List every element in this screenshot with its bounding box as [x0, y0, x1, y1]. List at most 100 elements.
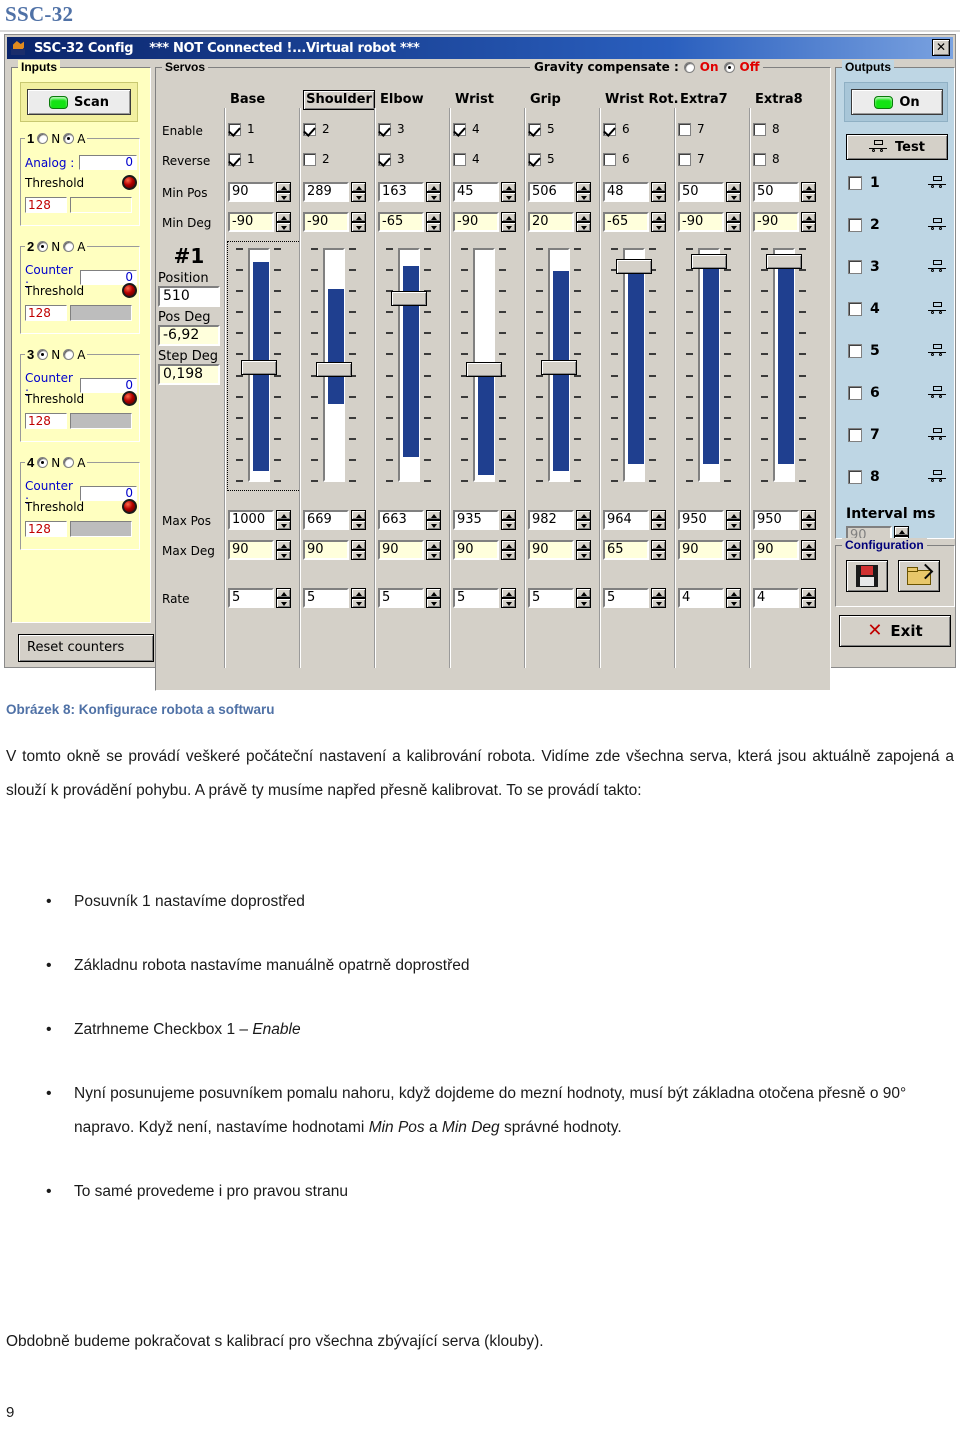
- rate-value-6[interactable]: 5: [603, 588, 649, 608]
- rate-up-icon-1[interactable]: [276, 588, 291, 598]
- max-deg-up-icon-4[interactable]: [501, 540, 516, 550]
- slider-track-3[interactable]: [398, 248, 420, 482]
- max-pos-value-1[interactable]: 1000: [228, 510, 274, 530]
- rate-stepper-5[interactable]: 5: [528, 588, 591, 608]
- min-pos-up-icon-7[interactable]: [726, 182, 741, 192]
- servo-header-4[interactable]: Wrist: [453, 90, 529, 110]
- max-deg-up-icon-1[interactable]: [276, 540, 291, 550]
- max-pos-value-5[interactable]: 982: [528, 510, 574, 530]
- gravity-on-radio[interactable]: [683, 61, 695, 73]
- enable-checkbox-8[interactable]: [753, 122, 766, 136]
- outputs-test-button[interactable]: Test: [846, 134, 948, 160]
- max-pos-down-icon-8[interactable]: [801, 520, 816, 530]
- servo-slider-2[interactable]: [303, 242, 375, 490]
- reverse-checkbox-8[interactable]: [753, 152, 766, 166]
- reverse-checkbox-1[interactable]: [228, 152, 241, 166]
- output-checkbox-4[interactable]: [848, 302, 862, 316]
- max-deg-down-icon-7[interactable]: [726, 550, 741, 560]
- max-deg-down-icon-5[interactable]: [576, 550, 591, 560]
- enable-checkbox-2[interactable]: [303, 122, 316, 136]
- rate-stepper-7[interactable]: 4: [678, 588, 741, 608]
- output-checkbox-1[interactable]: [848, 176, 862, 190]
- max-deg-down-icon-6[interactable]: [651, 550, 666, 560]
- min-deg-down-icon-8[interactable]: [801, 222, 816, 232]
- servo-slider-7[interactable]: [678, 242, 750, 490]
- max-pos-up-icon-8[interactable]: [801, 510, 816, 520]
- open-config-button[interactable]: [898, 560, 940, 592]
- servo-header-5[interactable]: Grip: [528, 90, 604, 110]
- max-deg-up-icon-3[interactable]: [426, 540, 441, 550]
- min-pos-down-icon-2[interactable]: [351, 192, 366, 202]
- min-deg-down-icon-5[interactable]: [576, 222, 591, 232]
- min-pos-stepper-2[interactable]: 289: [303, 182, 366, 202]
- max-pos-stepper-2[interactable]: 669: [303, 510, 366, 530]
- max-pos-value-7[interactable]: 950: [678, 510, 724, 530]
- max-deg-up-icon-2[interactable]: [351, 540, 366, 550]
- max-pos-up-icon-7[interactable]: [726, 510, 741, 520]
- servo-slider-6[interactable]: [603, 242, 675, 490]
- max-pos-up-icon-1[interactable]: [276, 510, 291, 520]
- max-pos-stepper-5[interactable]: 982: [528, 510, 591, 530]
- max-deg-stepper-7[interactable]: 90: [678, 540, 741, 560]
- output-checkbox-3[interactable]: [848, 260, 862, 274]
- servo-header-6[interactable]: Wrist Rot.: [603, 90, 679, 110]
- rate-down-icon-6[interactable]: [651, 598, 666, 608]
- min-pos-down-icon-4[interactable]: [501, 192, 516, 202]
- min-deg-stepper-2[interactable]: -90: [303, 212, 366, 232]
- min-pos-up-icon-4[interactable]: [501, 182, 516, 192]
- max-deg-down-icon-3[interactable]: [426, 550, 441, 560]
- reverse-checkbox-6[interactable]: [603, 152, 616, 166]
- reset-counters-button[interactable]: Reset counters: [18, 634, 154, 662]
- servo-slider-5[interactable]: [528, 242, 600, 490]
- max-deg-up-icon-5[interactable]: [576, 540, 591, 550]
- max-deg-value-5[interactable]: 90: [528, 540, 574, 560]
- rate-value-1[interactable]: 5: [228, 588, 274, 608]
- min-pos-down-icon-5[interactable]: [576, 192, 591, 202]
- max-deg-stepper-2[interactable]: 90: [303, 540, 366, 560]
- min-pos-down-icon-7[interactable]: [726, 192, 741, 202]
- reverse-checkbox-3[interactable]: [378, 152, 391, 166]
- max-deg-value-4[interactable]: 90: [453, 540, 499, 560]
- min-deg-stepper-3[interactable]: -65: [378, 212, 441, 232]
- min-deg-value-1[interactable]: -90: [228, 212, 274, 232]
- enable-checkbox-4[interactable]: [453, 122, 466, 136]
- min-pos-down-icon-1[interactable]: [276, 192, 291, 202]
- exit-button[interactable]: ✕ Exit: [839, 615, 951, 647]
- min-deg-down-icon-2[interactable]: [351, 222, 366, 232]
- min-deg-value-7[interactable]: -90: [678, 212, 724, 232]
- rate-stepper-8[interactable]: 4: [753, 588, 816, 608]
- min-pos-value-2[interactable]: 289: [303, 182, 349, 202]
- min-deg-up-icon-4[interactable]: [501, 212, 516, 222]
- interval-up-icon[interactable]: [894, 526, 909, 536]
- rate-value-2[interactable]: 5: [303, 588, 349, 608]
- max-deg-up-icon-8[interactable]: [801, 540, 816, 550]
- min-pos-down-icon-6[interactable]: [651, 192, 666, 202]
- max-deg-down-icon-8[interactable]: [801, 550, 816, 560]
- servo-slider-3[interactable]: [378, 242, 450, 490]
- max-deg-value-1[interactable]: 90: [228, 540, 274, 560]
- rate-down-icon-8[interactable]: [801, 598, 816, 608]
- input-4-threshold-value[interactable]: 128: [25, 521, 67, 537]
- rate-stepper-4[interactable]: 5: [453, 588, 516, 608]
- rate-value-8[interactable]: 4: [753, 588, 799, 608]
- rate-value-5[interactable]: 5: [528, 588, 574, 608]
- step-deg-value[interactable]: 0,198: [158, 364, 220, 385]
- rate-stepper-2[interactable]: 5: [303, 588, 366, 608]
- min-pos-stepper-1[interactable]: 90: [228, 182, 291, 202]
- min-pos-stepper-4[interactable]: 45: [453, 182, 516, 202]
- input-1-radio-n[interactable]: [37, 133, 49, 144]
- min-pos-up-icon-3[interactable]: [426, 182, 441, 192]
- max-deg-down-icon-1[interactable]: [276, 550, 291, 560]
- rate-down-icon-2[interactable]: [351, 598, 366, 608]
- max-pos-down-icon-6[interactable]: [651, 520, 666, 530]
- min-pos-value-5[interactable]: 506: [528, 182, 574, 202]
- max-pos-stepper-7[interactable]: 950: [678, 510, 741, 530]
- output-checkbox-2[interactable]: [848, 218, 862, 232]
- rate-down-icon-3[interactable]: [426, 598, 441, 608]
- servo-header-7[interactable]: Extra7: [678, 90, 754, 110]
- min-pos-value-3[interactable]: 163: [378, 182, 424, 202]
- enable-checkbox-1[interactable]: [228, 122, 241, 136]
- min-deg-value-5[interactable]: 20: [528, 212, 574, 232]
- reverse-checkbox-7[interactable]: [678, 152, 691, 166]
- min-deg-down-icon-1[interactable]: [276, 222, 291, 232]
